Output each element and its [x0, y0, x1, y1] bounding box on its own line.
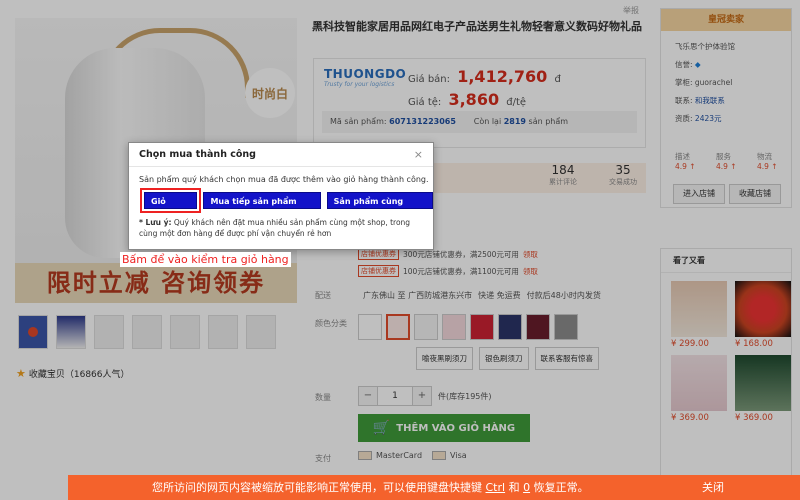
modal-backdrop[interactable]	[0, 0, 800, 500]
notice-text-before: 您所访问的网页内容被缩放可能影响正常使用，可以使用键盘快捷键	[152, 481, 482, 494]
dialog-header: Chọn mua thành công ×	[129, 143, 433, 167]
zoom-notice-bar: 您所访问的网页内容被缩放可能影响正常使用，可以使用键盘快捷键 Ctrl 和 0 …	[68, 475, 800, 500]
notice-close-button[interactable]: 关闭	[702, 475, 724, 500]
close-icon[interactable]: ×	[414, 148, 423, 161]
dialog-note-text: Quý khách nên đặt mua nhiều sản phẩm cùn…	[139, 218, 411, 238]
notice-and: 和	[508, 481, 520, 494]
dialog-buttons: Giỏ hàng Mua tiếp sản phẩm này Sản phẩm …	[139, 188, 433, 223]
add-to-cart-dialog: Chọn mua thành công × Sản phẩm quý khách…	[128, 142, 434, 250]
dialog-note: * Lưu ý: Quý khách nên đặt mua nhiều sản…	[139, 217, 429, 239]
dialog-title: Chọn mua thành công	[139, 149, 256, 160]
continue-buying-button[interactable]: Mua tiếp sản phẩm này	[203, 192, 321, 223]
same-shop-products-button[interactable]: Sản phẩm cùng shop	[326, 192, 433, 223]
dialog-note-label: * Lưu ý:	[139, 218, 172, 227]
notice-key-zero: 0	[523, 481, 531, 494]
dialog-message: Sản phẩm quý khách chọn mua đã được thêm…	[139, 175, 429, 184]
notice-text-after: 恢复正常。	[533, 481, 589, 494]
notice-key-ctrl: Ctrl	[485, 481, 506, 494]
annotation-label: Bấm để vào kiểm tra giỏ hàng	[120, 252, 291, 267]
view-cart-button[interactable]: Giỏ hàng	[139, 188, 202, 223]
